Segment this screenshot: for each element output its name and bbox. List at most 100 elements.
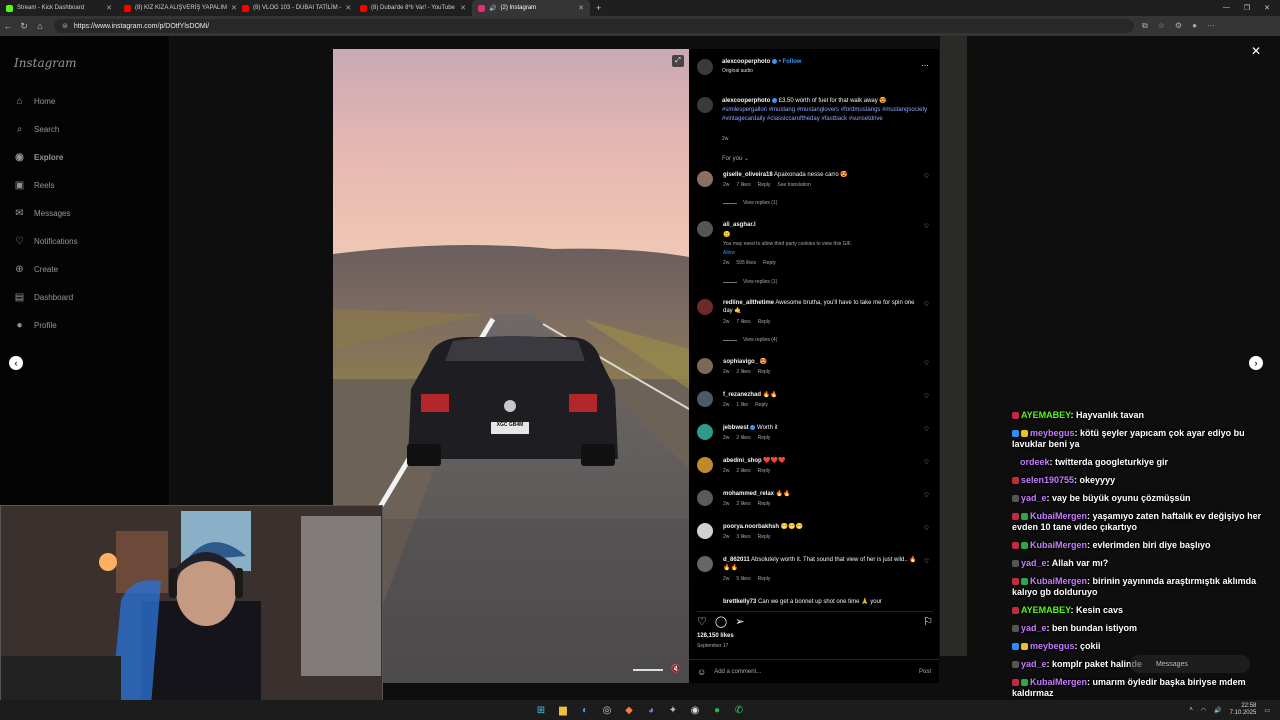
comment-likes[interactable]: 1 like (736, 402, 748, 408)
like-comment-heart-icon[interactable]: ♡ (924, 525, 929, 532)
obs-icon[interactable]: ◉ (687, 702, 703, 718)
app-icon[interactable]: ✦ (665, 702, 681, 718)
close-modal-icon[interactable]: ✕ (1251, 44, 1261, 58)
author-username[interactable]: alexcooperphoto (722, 59, 770, 65)
comment-username[interactable]: giselle_oliveira18 (723, 172, 773, 178)
reply-button[interactable]: Reply (758, 501, 771, 507)
commenter-avatar[interactable] (697, 299, 713, 315)
url-field[interactable]: ⊜ https://www.instagram.com/p/DOtfYlsDOM… (54, 19, 1134, 33)
tab-youtube-3[interactable]: (8) Dubai'de 8*lı Var! - YouTube ✕ (354, 0, 472, 16)
next-post-arrow-icon[interactable]: › (1249, 356, 1263, 370)
comment-likes[interactable]: 2 likes (736, 468, 750, 474)
comment-username[interactable]: f_rezanezhad (723, 392, 761, 398)
previous-post-arrow-icon[interactable]: ‹ (9, 356, 23, 370)
reply-button[interactable]: Reply (758, 534, 771, 540)
sidebar-item-profile[interactable]: ● Profile (14, 320, 56, 331)
comment-username[interactable]: d_862011 (723, 557, 750, 563)
sidebar-item-explore[interactable]: ◉ Explore (14, 152, 63, 163)
commenter-avatar[interactable] (697, 523, 713, 539)
like-comment-heart-icon[interactable]: ♡ (924, 492, 929, 499)
sidebar-item-reels[interactable]: ▣ Reels (14, 180, 55, 191)
comment-username[interactable]: brettkelly73 (723, 599, 756, 605)
start-menu-icon[interactable]: ⊞ (533, 702, 549, 718)
more-options-icon[interactable]: ⋯ (921, 61, 929, 70)
reply-button[interactable]: Reply (758, 435, 771, 441)
like-comment-heart-icon[interactable]: ♡ (924, 223, 929, 230)
reply-button[interactable]: Reply (763, 260, 776, 266)
clock[interactable]: 22:58 7.10.2025 (1230, 703, 1257, 717)
messages-floating-button[interactable]: Messages (1130, 655, 1250, 673)
view-replies-button[interactable]: View replies (4) (723, 337, 777, 343)
site-info-icon[interactable]: ⊜ (62, 22, 68, 30)
video-progress-bar[interactable] (633, 669, 663, 671)
like-comment-heart-icon[interactable]: ♡ (924, 459, 929, 466)
file-explorer-icon[interactable]: ▆ (555, 702, 571, 718)
like-heart-icon[interactable]: ♡ (697, 615, 707, 628)
caption-hashtags[interactable]: #smilespergallon #mustang #mustanglovers… (722, 107, 927, 122)
bookmark-star-icon[interactable]: ☆ (1158, 21, 1165, 31)
caption-username[interactable]: alexcooperphoto (722, 98, 770, 104)
allow-link[interactable]: Allow (723, 250, 735, 256)
expand-icon[interactable]: ⤢ (672, 55, 684, 67)
notifications-icon[interactable]: ▭ (1264, 707, 1270, 714)
caption-avatar[interactable] (697, 97, 713, 113)
like-comment-heart-icon[interactable]: ♡ (924, 558, 929, 565)
post-video[interactable]: XGC GB4M ⤢ 🔇 (333, 49, 689, 683)
sidebar-item-messages[interactable]: ✉ Messages (14, 208, 70, 219)
comment-username[interactable]: redline_allthetime (723, 300, 774, 306)
reply-button[interactable]: Reply (758, 319, 771, 325)
original-audio-link[interactable]: Original audio (722, 68, 753, 74)
close-tab-icon[interactable]: ✕ (460, 4, 466, 12)
comment-username[interactable]: sophiavigo_ (723, 359, 758, 365)
commenter-avatar[interactable] (697, 221, 713, 237)
close-window-icon[interactable]: ✕ (1264, 4, 1270, 12)
comment-bubble-icon[interactable]: ◯ (715, 615, 727, 628)
sidebar-item-search[interactable]: ⌕ Search (14, 124, 60, 135)
tray-chevron-icon[interactable]: ˄ (1189, 707, 1193, 713)
comment-likes[interactable]: 595 likes (736, 260, 756, 266)
commenter-avatar[interactable] (697, 358, 713, 374)
minimize-icon[interactable]: — (1223, 4, 1230, 12)
comment-likes[interactable]: 2 likes (736, 435, 750, 441)
back-icon[interactable]: ← (0, 21, 16, 31)
close-tab-icon[interactable]: ✕ (345, 4, 351, 12)
like-comment-heart-icon[interactable]: ♡ (924, 393, 929, 400)
reply-button[interactable]: Reply (758, 369, 771, 375)
tab-youtube-1[interactable]: (8) KIZ KIZA ALIŞVERİŞ YAPALIM ✕ (118, 0, 236, 16)
comment-username[interactable]: mohammed_relax (723, 491, 774, 497)
sidebar-item-dashboard[interactable]: ▤ Dashboard (14, 292, 73, 303)
comment-likes[interactable]: 3 likes (736, 534, 750, 540)
for-you-dropdown[interactable]: For you ⌄ (722, 155, 749, 162)
commenter-avatar[interactable] (697, 457, 713, 473)
reload-icon[interactable]: ↻ (16, 21, 32, 32)
new-tab-button[interactable]: + (590, 3, 607, 13)
comment-likes[interactable]: 7 likes (736, 182, 750, 188)
like-comment-heart-icon[interactable]: ♡ (924, 360, 929, 367)
commenter-avatar[interactable] (697, 556, 713, 572)
tab-youtube-2[interactable]: (8) VLOG 103 - DUBAI TATİLİM - ✕ (236, 0, 354, 16)
menu-icon[interactable]: ⋯ (1207, 21, 1215, 31)
comment-likes[interactable]: 7 likes (736, 319, 750, 325)
likes-count[interactable]: 128,150 likes (697, 633, 734, 639)
like-comment-heart-icon[interactable]: ♡ (924, 426, 929, 433)
save-bookmark-icon[interactable]: ⚐ (923, 615, 933, 628)
comment-username[interactable]: poorya.noorbakhsh (723, 524, 779, 530)
mute-icon[interactable]: 🔇 (671, 664, 681, 673)
maximize-icon[interactable]: ❐ (1244, 4, 1250, 12)
comment-likes[interactable]: 5 likes (736, 576, 750, 582)
comment-likes[interactable]: 2 likes (736, 501, 750, 507)
reply-button[interactable]: Reply (755, 402, 768, 408)
reply-button[interactable]: Reply (758, 182, 771, 188)
view-replies-button[interactable]: View replies (1) (723, 279, 777, 285)
whatsapp-icon[interactable]: ✆ (731, 702, 747, 718)
sidebar-item-create[interactable]: ⊕ Create (14, 264, 58, 275)
extensions-icon[interactable]: ⚙ (1175, 21, 1182, 31)
close-tab-icon[interactable]: ✕ (578, 4, 584, 12)
comment-username[interactable]: jebbwest (723, 425, 749, 431)
reply-button[interactable]: Reply (758, 468, 771, 474)
discord-icon[interactable]: ◕ (643, 702, 659, 718)
sidebar-item-home[interactable]: ⌂ Home (14, 96, 55, 107)
commenter-avatar[interactable] (697, 424, 713, 440)
add-comment-input[interactable]: Add a comment... (714, 669, 761, 675)
edge-browser-icon[interactable]: ◐ (577, 702, 593, 718)
